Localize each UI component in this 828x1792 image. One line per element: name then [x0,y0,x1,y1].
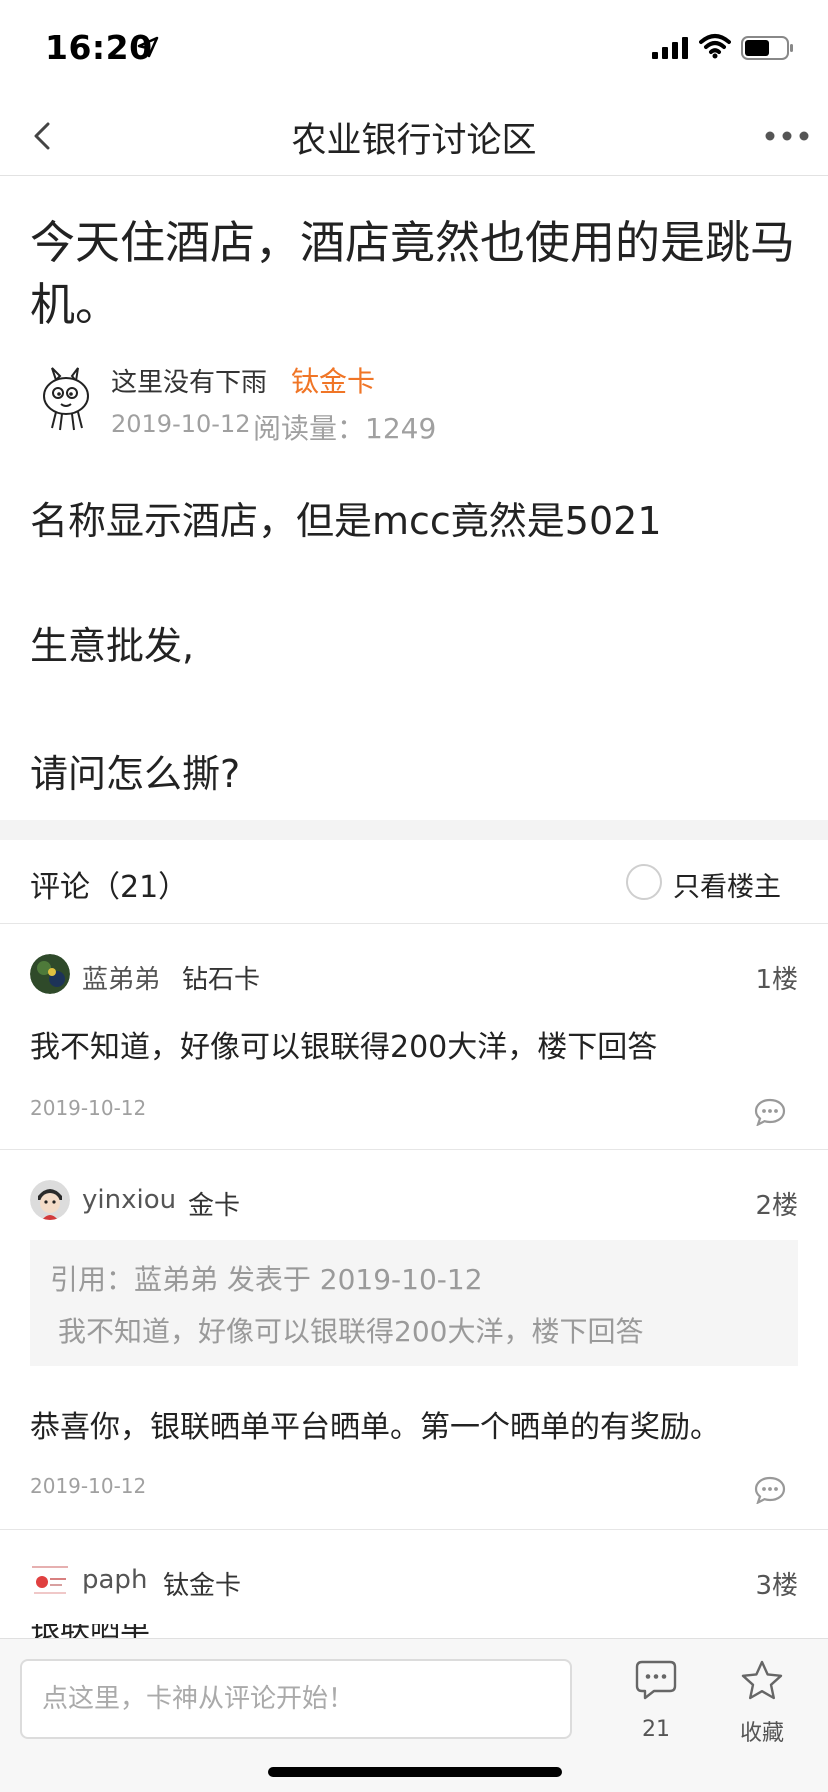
comments-header: 评论（21） 只看楼主 [0,840,828,924]
commenter-name[interactable]: paph [82,1565,147,1595]
comment-date: 2019-10-12 [30,1474,147,1498]
wifi-icon [699,34,731,59]
author-avatar[interactable] [38,366,94,434]
post-read-count: 阅读量：1249 [253,412,437,445]
post-body-line: 生意批发, [30,624,195,668]
battery-icon [741,36,793,60]
commenter-avatar[interactable] [30,1560,70,1600]
post-body-line: 请问怎么撕? [30,752,241,796]
post-date: 2019-10-12 [111,410,251,438]
comment-item: 蓝弟弟 钻石卡 1楼 我不知道，好像可以银联得200大洋，楼下回答 2019-1… [0,924,828,1150]
favorite-label[interactable]: 收藏 [740,1715,784,1747]
location-arrow-icon [137,36,159,58]
section-divider [0,820,828,840]
author-badge: 钛金卡 [291,365,376,398]
quoted-comment: 引用：蓝弟弟 发表于 2019-10-12 我不知道，好像可以银联得200大洋，… [30,1240,798,1366]
commenter-avatar[interactable] [30,954,70,994]
comment-icon[interactable] [634,1659,678,1701]
comment-text: 我不知道，好像可以银联得200大洋，楼下回答 [30,1030,658,1065]
commenter-badge: 钛金卡 [163,1571,242,1601]
comment-text: 恭喜你，银联晒单平台晒单。第一个晒单的有奖励。 [30,1410,720,1445]
comment-text: 银联晒单 [30,1624,230,1638]
comment-item: paph 钛金卡 3楼 [0,1530,828,1638]
floor-number: 3楼 [755,1571,798,1601]
status-bar: 16:20 [0,0,828,96]
commenter-avatar[interactable] [30,1180,70,1220]
cellular-signal-icon [652,37,688,59]
commenter-badge: 金卡 [188,1191,241,1221]
commenter-badge: 钻石卡 [182,965,261,995]
reply-icon[interactable] [754,1098,786,1126]
nav-bar: 农业银行讨论区 [0,96,828,176]
home-indicator [268,1767,562,1777]
comment-text-partial: 银联晒单 [30,1624,230,1638]
star-icon[interactable] [740,1659,784,1703]
quote-text: 我不知道，好像可以银联得200大洋，楼下回答 [58,1315,644,1348]
comment-date: 2019-10-12 [30,1096,147,1120]
quote-header: 引用：蓝弟弟 发表于 2019-10-12 [50,1263,483,1296]
reply-icon[interactable] [754,1476,786,1504]
comment-item: yinxiou 金卡 2楼 引用：蓝弟弟 发表于 2019-10-12 我不知道… [0,1150,828,1530]
op-only-checkbox[interactable] [626,864,662,900]
floor-number: 1楼 [755,965,798,995]
page-title: 农业银行讨论区 [291,121,537,161]
comment-input[interactable] [20,1659,572,1739]
floor-number: 2楼 [755,1191,798,1221]
more-options-icon[interactable] [764,128,810,144]
commenter-name[interactable]: 蓝弟弟 [82,959,160,996]
commenter-name[interactable]: yinxiou [82,1185,176,1215]
comments-title: 评论（21） [30,870,189,905]
comment-count[interactable]: 21 [640,1717,672,1742]
post-body-line: 名称显示酒店，但是mcc竟然是5021 [30,499,662,543]
author-name[interactable]: 这里没有下雨 [111,362,267,399]
op-only-label[interactable]: 只看楼主 [673,865,781,904]
post-title: 今天住酒店，酒店竟然也使用的是跳马机。 [30,216,796,331]
